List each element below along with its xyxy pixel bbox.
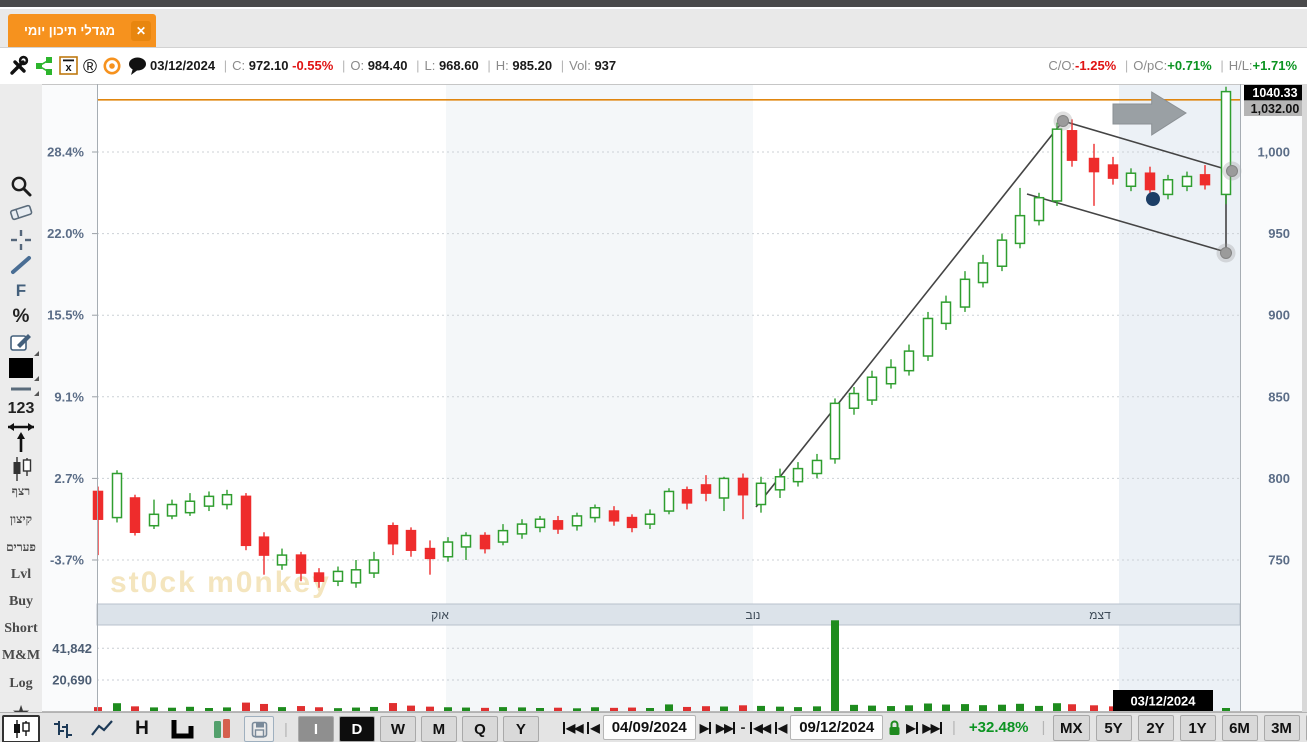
range-3m-button[interactable]: 3M — [1263, 715, 1300, 741]
to-date-field[interactable]: 09/12/2024 — [790, 715, 884, 740]
stock-chart-app: { "tab": {"title": "מגדלי תיכון יומי", "… — [0, 0, 1307, 742]
svg-text:2.7%: 2.7% — [54, 471, 84, 486]
marker-dot — [1146, 192, 1160, 206]
chart-type-hl-button[interactable]: H — [125, 717, 159, 741]
save-icon[interactable] — [244, 716, 274, 742]
from-date-field[interactable]: 04/09/2024 — [602, 715, 696, 740]
close-icon[interactable]: ✕ — [131, 20, 151, 41]
svg-text:28.4%: 28.4% — [47, 145, 84, 160]
info-bar: x ® 03/12/2024 | C: 972.10 -0.55% | O: 984… — [0, 48, 1307, 85]
excel-export-icon[interactable]: x — [59, 56, 78, 80]
chart-type-histogram-button[interactable] — [205, 717, 239, 741]
bottom-toolbar: H | I D W M Q Y ◀◀ ◀ 04/09/2024 ▶ ▶▶ - ◀… — [0, 712, 1307, 742]
start-first-button[interactable]: ◀◀ — [562, 721, 583, 735]
start-back-button[interactable]: ◀ — [586, 721, 600, 735]
window-top-strip — [0, 0, 1307, 7]
interval-monthly-button[interactable]: M — [420, 716, 457, 742]
start-forward-button[interactable]: ▶ — [700, 721, 712, 735]
ohlc-readout: 03/12/2024 | C: 972.10 -0.55% | O: 984.40 … — [150, 58, 617, 73]
month-label: אוק — [431, 608, 449, 622]
tab-title: מגדלי תיכון יומי — [23, 23, 116, 38]
svg-text:900: 900 — [1268, 308, 1290, 323]
share-icon[interactable] — [34, 56, 54, 81]
svg-text:9.1%: 9.1% — [54, 389, 84, 404]
end-back-button[interactable]: ◀ — [774, 721, 787, 735]
range-5y-button[interactable]: 5Y — [1095, 715, 1132, 741]
range-dash: - — [740, 719, 746, 736]
svg-text:1,032.00: 1,032.00 — [1251, 102, 1300, 116]
interval-quarterly-button[interactable]: Q — [461, 716, 498, 742]
svg-text:20,690: 20,690 — [52, 672, 92, 687]
chart-type-line-button[interactable] — [84, 717, 120, 741]
svg-text:41,842: 41,842 — [52, 641, 92, 656]
interval-intraday-button[interactable]: I — [297, 716, 334, 742]
svg-text:800: 800 — [1268, 471, 1290, 486]
month-strip — [96, 603, 1241, 626]
svg-text:22.0%: 22.0% — [47, 226, 84, 241]
month-label: דצמ — [1089, 608, 1111, 622]
lock-icon[interactable] — [887, 719, 902, 736]
tools-icon[interactable] — [8, 55, 29, 81]
interval-yearly-button[interactable]: Y — [502, 716, 539, 742]
range-2y-button[interactable]: 2Y — [1137, 715, 1174, 741]
chart-type-bars-button[interactable] — [45, 717, 79, 741]
chart-canvas[interactable]: 28.4% 1,000 22.0% 950 15.5% 900 9.1% 850 2.7% 800… — [0, 84, 1307, 712]
svg-text:03/12/2024: 03/12/2024 — [1130, 694, 1196, 709]
range-change-percent: +32.48% — [968, 719, 1029, 736]
end-first-button[interactable]: ◀◀ — [749, 721, 771, 735]
svg-text:-3.7%: -3.7% — [50, 553, 84, 568]
end-last-button[interactable]: ▶▶ — [923, 721, 943, 735]
chart-type-candles-button[interactable] — [2, 715, 40, 742]
range-1y-button[interactable]: 1Y — [1179, 715, 1216, 741]
svg-text:1,000: 1,000 — [1257, 145, 1290, 160]
svg-text:1040.33: 1040.33 — [1252, 86, 1297, 100]
interval-daily-button[interactable]: D — [338, 716, 375, 742]
chat-icon[interactable] — [127, 56, 148, 81]
interval-weekly-button[interactable]: W — [379, 716, 416, 742]
svg-text:850: 850 — [1268, 389, 1290, 404]
chart-type-step-button[interactable] — [164, 717, 200, 741]
target-icon[interactable] — [102, 56, 122, 81]
svg-text:750: 750 — [1268, 553, 1290, 568]
chart-tab[interactable]: מגדלי תיכון יומי ✕ — [8, 14, 156, 47]
tab-bar: מגדלי תיכון יומי ✕ — [0, 9, 1307, 48]
end-forward-button[interactable]: ▶ — [906, 721, 918, 735]
svg-text:15.5%: 15.5% — [47, 308, 84, 323]
svg-text:950: 950 — [1268, 226, 1290, 241]
start-last-button[interactable]: ▶▶ — [716, 721, 736, 735]
svg-text:x: x — [65, 62, 72, 74]
range-max-button[interactable]: MX — [1053, 715, 1090, 741]
registered-icon[interactable]: ® — [83, 58, 97, 78]
month-label: נוב — [746, 608, 761, 622]
change-readout: C/O:-1.25% | O/pC:+0.71% | H/L:+1.71% — [1048, 58, 1297, 73]
range-6m-button[interactable]: 6M — [1221, 715, 1258, 741]
